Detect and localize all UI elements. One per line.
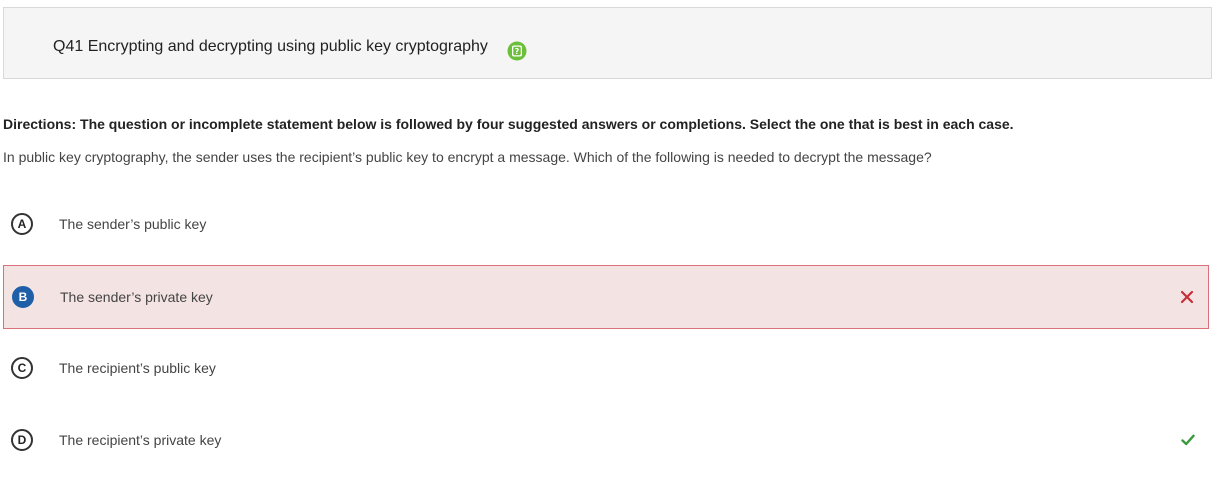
option-letter-c: C (11, 357, 33, 379)
question-header: Q41 Encrypting and decrypting using publ… (3, 7, 1212, 79)
option-text-b: The sender’s private key (60, 289, 213, 305)
question-stem: In public key cryptography, the sender u… (3, 149, 932, 165)
option-text-d: The recipient’s private key (59, 432, 222, 448)
option-letter-d: D (11, 429, 33, 451)
answer-option-a[interactable]: A The sender’s public key (3, 192, 1209, 256)
option-letter-a: A (11, 213, 33, 235)
option-text-a: The sender’s public key (59, 216, 207, 232)
option-text-c: The recipient’s public key (59, 360, 216, 376)
svg-text:?: ? (515, 47, 520, 56)
answer-option-d[interactable]: D The recipient’s private key (3, 408, 1209, 472)
question-page: Q41 Encrypting and decrypting using publ… (0, 0, 1212, 489)
check-icon (1181, 433, 1195, 447)
answer-option-c[interactable]: C The recipient’s public key (3, 336, 1209, 400)
directions-text: Directions: The question or incomplete s… (3, 116, 1014, 132)
x-icon (1180, 290, 1194, 304)
question-title: Q41 Encrypting and decrypting using publ… (53, 38, 488, 55)
option-letter-b: B (12, 286, 34, 308)
help-question-icon[interactable]: ? (507, 41, 527, 61)
answer-option-b[interactable]: B The sender’s private key (3, 265, 1209, 329)
